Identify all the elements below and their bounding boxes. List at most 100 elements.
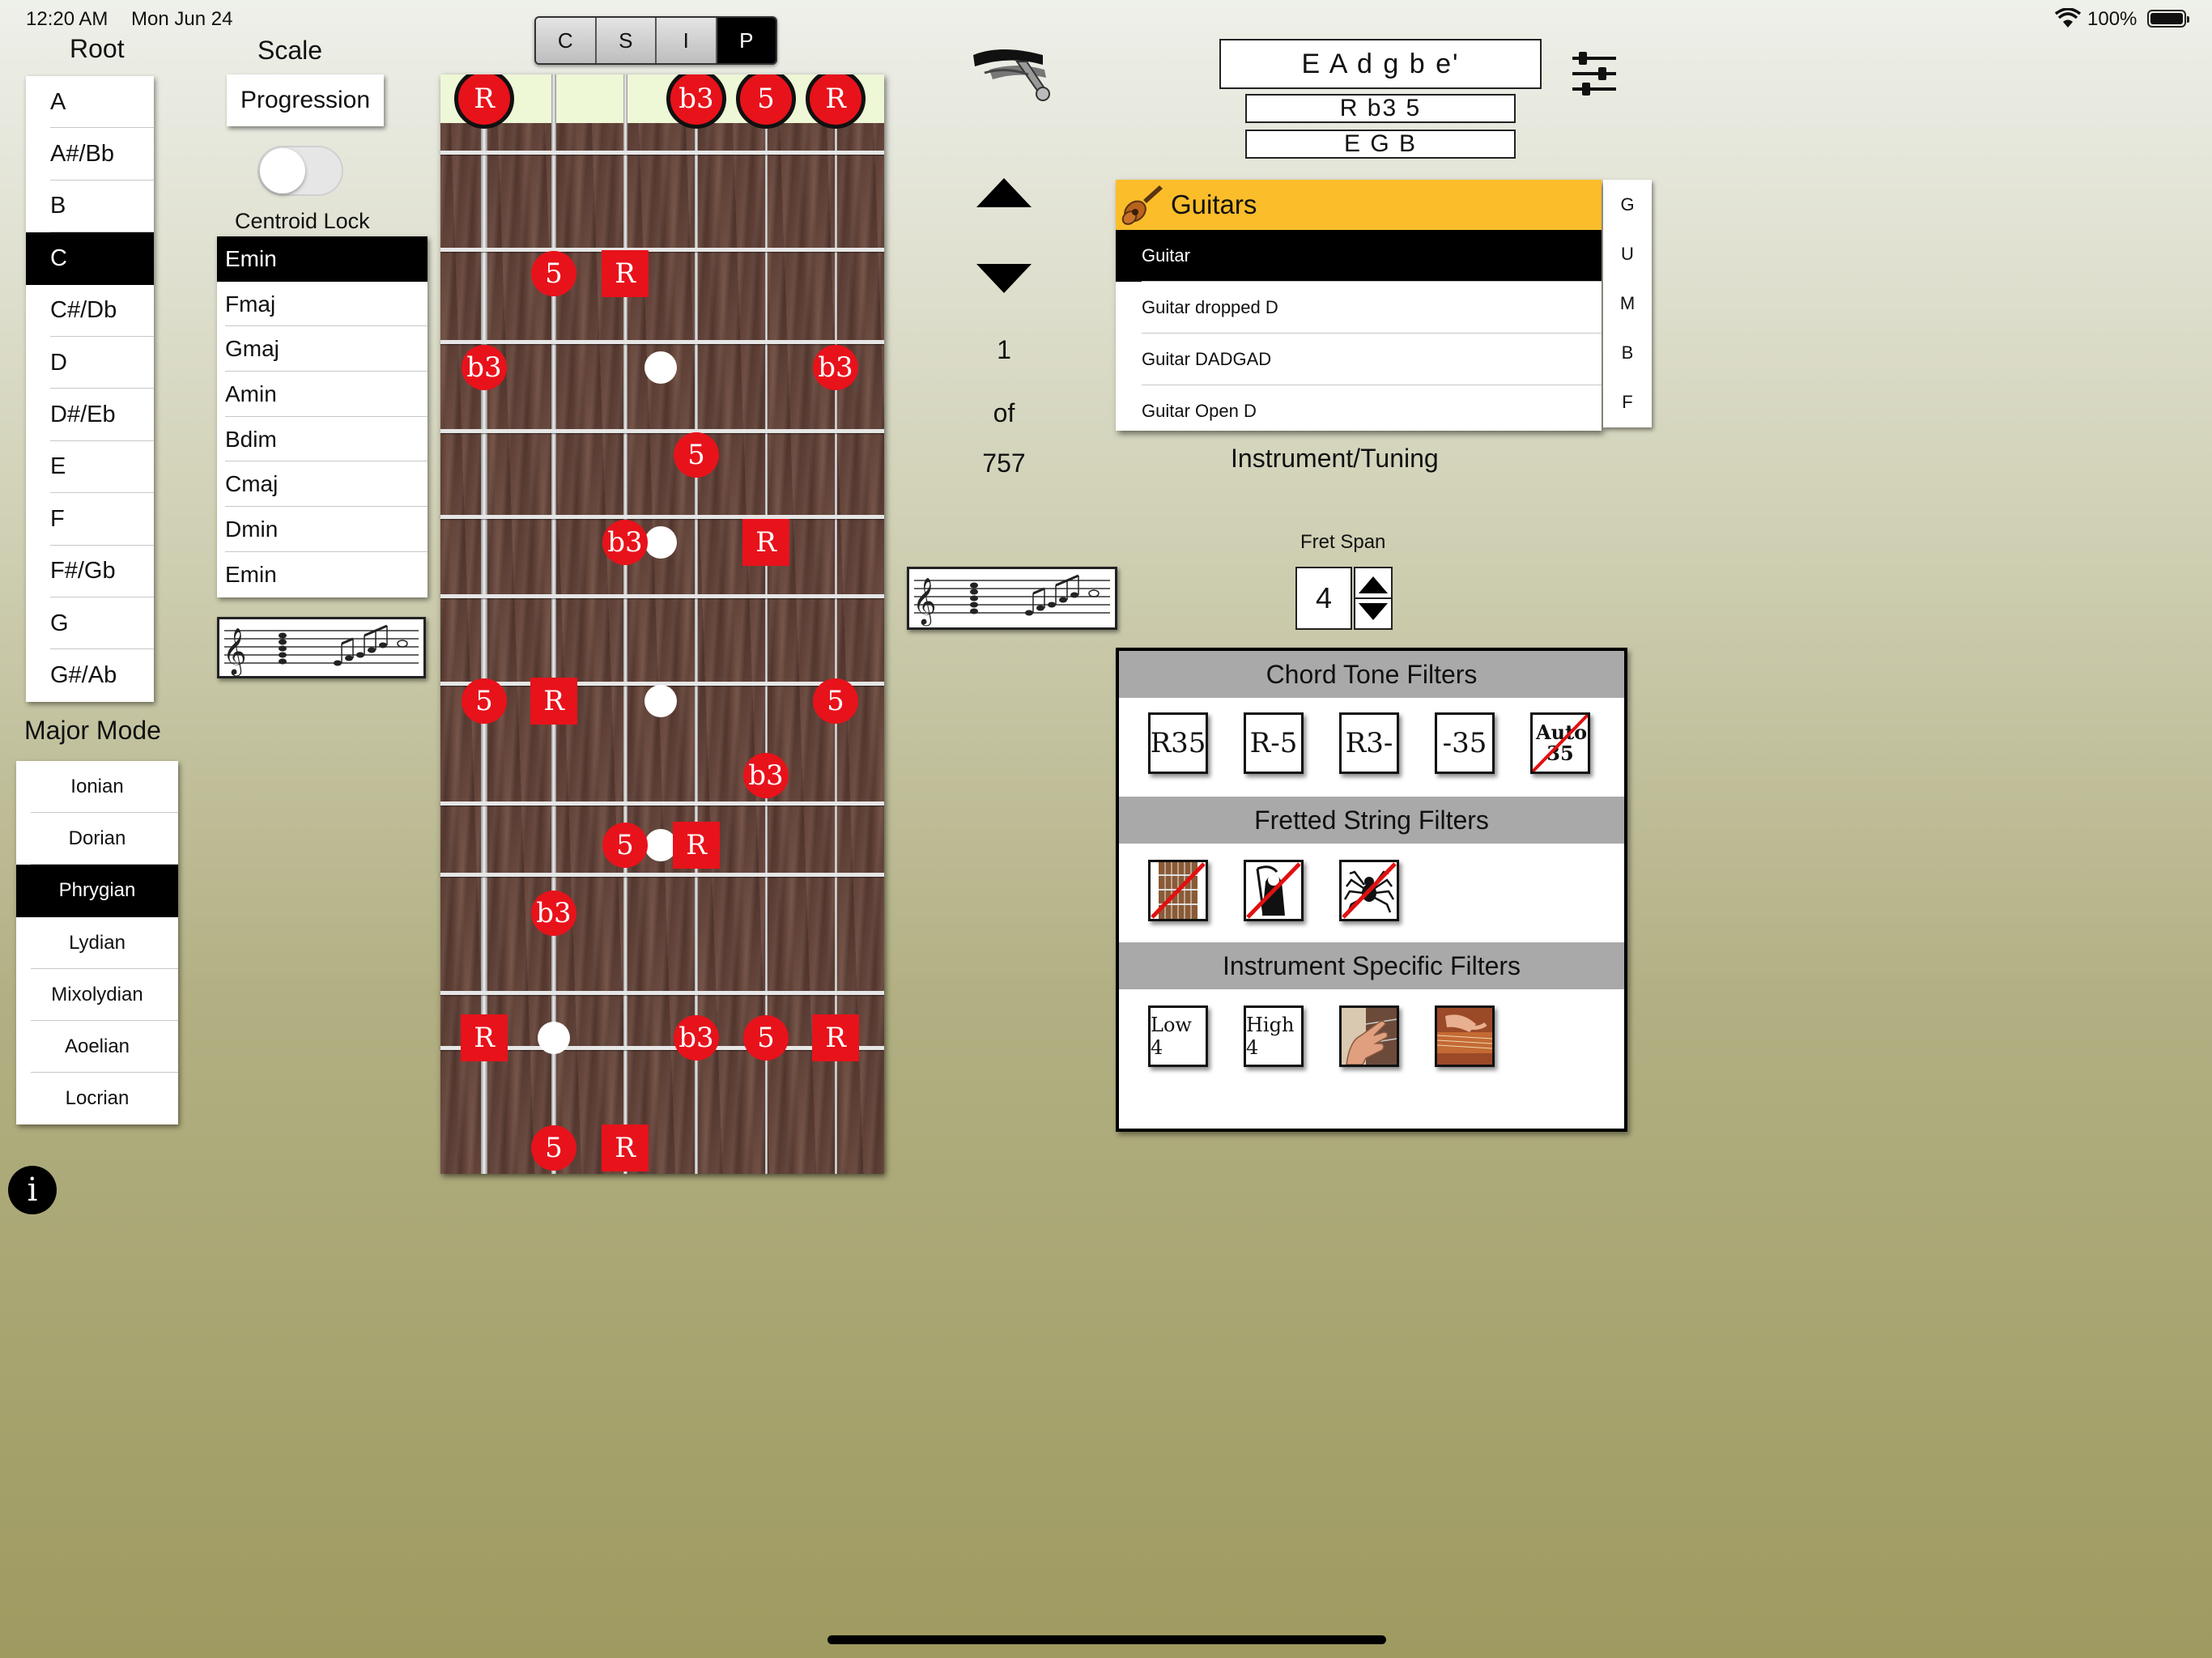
fretboard-note-marker[interactable]: b3 [674, 1015, 719, 1061]
filter-r3--button[interactable]: R3- [1339, 712, 1399, 774]
hand-chord-filter-button[interactable] [1339, 1005, 1399, 1067]
root-list-item[interactable]: C [26, 232, 154, 285]
root-list-item[interactable]: F [26, 493, 154, 546]
fret-span-stepper[interactable] [1354, 567, 1393, 630]
toggle-knob [260, 148, 305, 193]
ghost-filter-button[interactable] [1244, 860, 1304, 921]
status-time: 12:20 AM [26, 8, 108, 30]
mode-list-item[interactable]: Aoelian [16, 1021, 178, 1073]
next-voicing-arrow[interactable] [976, 264, 1032, 293]
fretboard-note-marker[interactable]: 5 [531, 1125, 576, 1171]
fretboard-note-marker[interactable]: 5 [462, 678, 507, 724]
chord-tone-filters-heading: Chord Tone Filters [1119, 651, 1624, 698]
mode-list-item[interactable]: Lydian [16, 917, 178, 969]
instrument-list-item[interactable]: Guitar DADGAD [1116, 334, 1602, 385]
fret-wire [440, 594, 884, 598]
filter-r-5-button[interactable]: R-5 [1244, 712, 1304, 774]
root-list-item[interactable]: A [26, 76, 154, 129]
instrument-tuning-heading: Instrument/Tuning [1231, 444, 1439, 473]
fretboard-note-marker[interactable]: R [673, 822, 720, 869]
mode-list-item[interactable]: Phrygian [16, 865, 178, 917]
index-letter[interactable]: F [1603, 378, 1652, 427]
harp-filter-button[interactable] [1435, 1005, 1495, 1067]
home-indicator [827, 1635, 1386, 1644]
mode-list-item[interactable]: Dorian [16, 813, 178, 865]
mode-list-item[interactable]: Locrian [16, 1073, 178, 1124]
index-letter[interactable]: G [1603, 180, 1652, 229]
instrument-list-item[interactable]: Guitar dropped D [1116, 282, 1602, 334]
chord-list-item[interactable]: Dmin [217, 507, 428, 552]
fretboard-note-marker[interactable]: R [602, 1124, 649, 1171]
scale-progression-button[interactable]: Progression [227, 74, 384, 126]
index-letter[interactable]: M [1603, 278, 1652, 328]
root-list-item[interactable]: G#/Ab [26, 649, 154, 701]
fretboard-filter-button[interactable] [1148, 860, 1208, 921]
fretboard-note-marker[interactable]: 5 [743, 1015, 789, 1061]
fretboard-note-marker[interactable]: 5 [674, 432, 719, 478]
root-list-item[interactable]: C#/Db [26, 285, 154, 338]
root-list-item[interactable]: G [26, 597, 154, 650]
view-segment-c[interactable]: C [536, 18, 597, 63]
root-list: A A#/Bb B C C#/Db D D#/Eb E F F#/Gb G G#/Ab [26, 76, 154, 702]
root-list-item[interactable]: D [26, 337, 154, 389]
voicing-staff-notation[interactable]: 𝄞 [907, 567, 1117, 630]
view-segment-p[interactable]: P [717, 18, 776, 63]
mode-list-item[interactable]: Mixolydian [16, 969, 178, 1022]
fretboard-note-marker[interactable]: b3 [602, 520, 648, 565]
instrument-group-header[interactable]: Guitars [1116, 180, 1602, 230]
root-list-item[interactable]: B [26, 181, 154, 233]
index-letter[interactable]: B [1603, 329, 1652, 378]
fretboard-note-marker[interactable]: b3 [743, 753, 789, 798]
chord-list-item[interactable]: Emin [217, 236, 428, 282]
high-4-filter-button[interactable]: High 4 [1244, 1005, 1304, 1067]
fretboard-note-marker[interactable]: b3 [531, 891, 576, 936]
fretboard-note-marker[interactable]: R [812, 1014, 859, 1061]
spider-filter-button[interactable] [1339, 860, 1399, 921]
previous-voicing-arrow[interactable] [976, 178, 1032, 207]
scale-staff-notation[interactable]: 𝄞 [217, 617, 426, 678]
root-list-item[interactable]: A#/Bb [26, 128, 154, 181]
chord-list-item[interactable]: Bdim [217, 417, 428, 462]
root-heading: Root [70, 34, 125, 63]
fretboard-note-marker[interactable]: R [742, 519, 789, 566]
low-4-filter-button[interactable]: Low 4 [1148, 1005, 1208, 1067]
fretboard-note-marker[interactable]: R [461, 1014, 508, 1061]
filter-auto-35-button[interactable]: Auto 35 [1530, 712, 1590, 774]
filter--35-button[interactable]: -35 [1435, 712, 1495, 774]
chord-list-item[interactable]: Emin [217, 552, 428, 597]
settings-sliders-icon[interactable] [1569, 49, 1619, 103]
centroid-lock-toggle[interactable] [257, 146, 343, 196]
chord-list-item[interactable]: Cmaj [217, 461, 428, 507]
instrument-list-item[interactable]: Guitar [1116, 230, 1602, 282]
view-segment-i[interactable]: I [657, 18, 717, 63]
scale-heading: Scale [257, 36, 323, 65]
chord-notes-display: E G B [1245, 130, 1516, 159]
chord-list-item[interactable]: Gmaj [217, 326, 428, 372]
fretboard-note-marker[interactable]: b3 [462, 345, 507, 390]
tuning-strings-display[interactable]: E A d g b e' [1219, 39, 1542, 89]
root-list-item[interactable]: E [26, 441, 154, 494]
fretboard-note-marker[interactable]: 5 [602, 823, 648, 868]
view-segment-s[interactable]: S [596, 18, 657, 63]
root-list-item[interactable]: D#/Eb [26, 389, 154, 442]
fretboard[interactable]: Rb3 5 R 5 Rb3 b3 5 b3 R 5 R 5 b3 5 Rb3 Rb3 5 R 5 R [440, 74, 884, 1174]
info-button[interactable]: i [8, 1166, 57, 1214]
fret-inlay-dot [644, 351, 677, 384]
instrument-list-item[interactable]: Guitar Open D [1116, 385, 1602, 437]
fretboard-note-marker[interactable]: R [602, 250, 649, 297]
filter-r35-button[interactable]: R35 [1148, 712, 1208, 774]
svg-text:𝄞: 𝄞 [912, 577, 937, 627]
chord-list-item[interactable]: Fmaj [217, 282, 428, 327]
voicing-current: 1 [997, 335, 1011, 364]
fretboard-note-marker[interactable]: 5 [531, 251, 576, 296]
index-letter[interactable]: U [1603, 229, 1652, 278]
capo-icon[interactable] [968, 37, 1054, 111]
fretboard-note-marker[interactable]: b3 [813, 345, 858, 390]
fretboard-note-marker[interactable]: R [530, 678, 577, 725]
guitar-string [481, 74, 487, 1174]
mode-list-item[interactable]: Ionian [16, 761, 178, 814]
chord-list-item[interactable]: Amin [217, 372, 428, 417]
fret-inlay-dot [644, 685, 677, 717]
fretboard-note-marker[interactable]: 5 [813, 678, 858, 724]
root-list-item[interactable]: F#/Gb [26, 546, 154, 598]
